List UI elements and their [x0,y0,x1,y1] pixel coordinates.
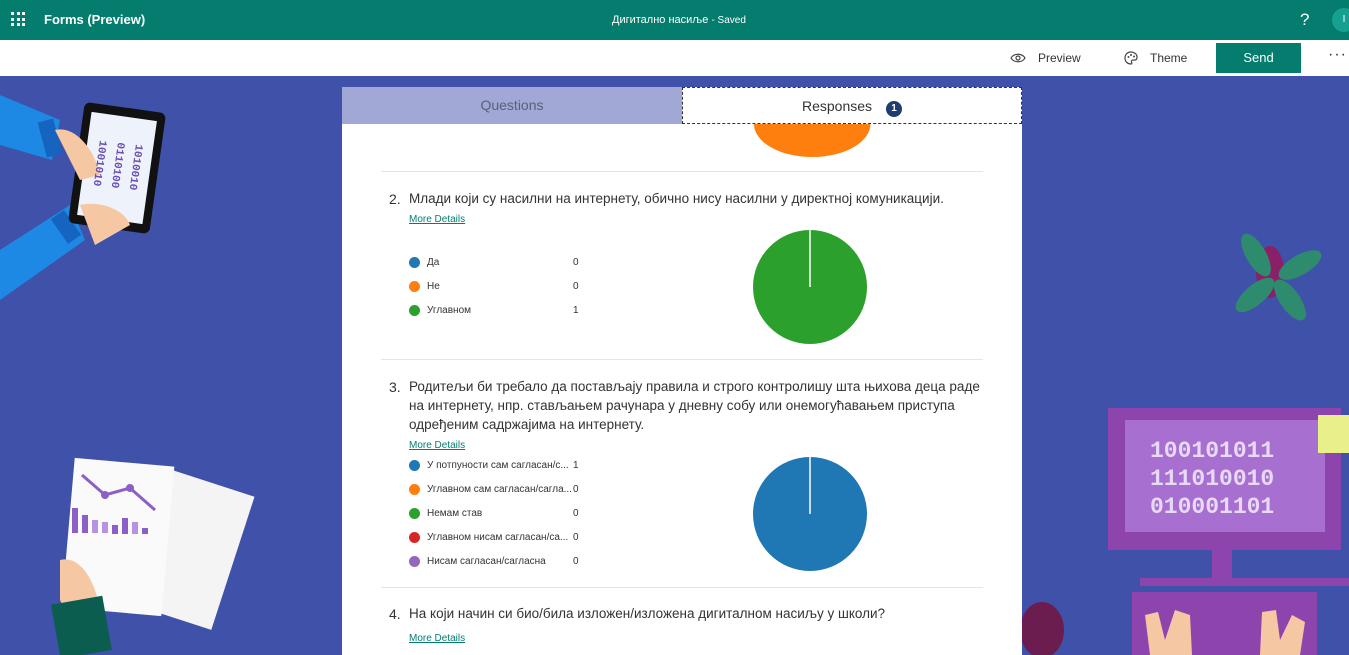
legend-item: Да 0 [409,257,589,271]
legend-swatch [409,305,420,316]
app-launcher-icon[interactable] [11,12,25,26]
question-2-more-details-link[interactable]: More Details [409,214,465,225]
preview-label: Preview [1038,51,1081,65]
legend-label: Углавном сам сагласан/сагла... [427,484,572,495]
question-3-text: Родитељи би требало да постављају правил… [409,377,999,434]
question-3-text-line: на интернету, нпр. стављањем рачунара у … [409,398,955,413]
theme-button[interactable]: Theme [1124,51,1187,65]
send-button[interactable]: Send [1216,43,1301,73]
legend-item: Немам став 0 [409,508,589,522]
legend-count: 0 [573,484,579,495]
legend-swatch [409,532,420,543]
theme-label: Theme [1150,51,1188,65]
legend-swatch [409,281,420,292]
top-bar: Forms (Preview) Дигитално насиље - Saved… [0,0,1349,40]
tab-responses-label: Responses [801,98,873,114]
legend-swatch [409,556,420,567]
responses-card: Questions Responses 1 2. Млади који су на… [342,87,1022,655]
legend-count: 0 [573,556,579,567]
legend-label: Углавном нисам сагласан/са... [427,532,569,543]
help-icon[interactable]: ? [1300,10,1309,30]
legend-label: Углавном [427,305,471,316]
save-status: - Saved [711,15,746,26]
legend-label: Немам став [427,508,483,519]
eye-icon [1010,53,1026,63]
legend-label: Да [427,257,440,268]
monitor-binary-2: 111010010 [1150,466,1274,492]
tablet-illustration [0,95,166,300]
monitor-binary-text: 100101011 111010010 010001101 [1150,438,1274,520]
legend-label: Нисам сагласан/сагласна [427,556,546,567]
preview-button[interactable]: Preview [1010,51,1081,65]
legend-item: Нисам сагласан/сагласна 0 [409,556,589,570]
question-4-more-details-link[interactable]: More Details [409,633,465,644]
legend-item: Не 0 [409,281,589,295]
app-name[interactable]: Forms (Preview) [44,12,145,27]
previous-question-pie [754,124,871,157]
divider [381,587,983,588]
question-3-text-line: одређеним садржајима на интернету. [409,417,645,432]
legend-swatch [409,460,420,471]
avatar[interactable]: I [1332,8,1349,32]
responses-count-badge: 1 [886,101,903,117]
legend-count: 1 [573,305,579,316]
divider [381,359,983,360]
monitor-binary-1: 100101011 [1150,438,1274,464]
legend-count: 0 [573,532,579,543]
question-2-text: Млади који су насилни на интернету, обич… [409,191,944,206]
tab-questions[interactable]: Questions [342,87,682,124]
question-4-number: 4. [389,606,401,622]
document-title-text: Дигитално насиље [612,14,709,26]
command-bar: Preview Theme Send ··· [0,40,1349,76]
legend-count: 0 [573,281,579,292]
legend-swatch [409,484,420,495]
question-3-pie-chart [753,457,867,571]
legend-label: Не [427,281,440,292]
legend-item: Углавном сам сагласан/сагла... 0 [409,484,589,498]
legend-swatch [409,257,420,268]
question-3-text-line: Родитељи би требало да постављају правил… [409,379,980,394]
legend-count: 0 [573,257,579,268]
question-4-text: На који начин си био/била изложен/изложе… [409,606,886,621]
flower-illustration [1235,233,1322,321]
papers-illustration [51,457,255,655]
legend-count: 0 [573,508,579,519]
legend-label: У потпуности сам сагласан/с... [427,460,569,471]
legend-count: 1 [573,460,579,471]
legend-swatch [409,508,420,519]
question-2-number: 2. [389,191,401,207]
document-title: Дигитално насиље - Saved [612,14,746,26]
legend-item: Углавном 1 [409,305,589,319]
question-2-pie-chart [753,230,867,344]
question-3-more-details-link[interactable]: More Details [409,440,465,451]
legend-item: У потпуности сам сагласан/с... 1 [409,460,589,474]
legend-item: Углавном нисам сагласан/са... 0 [409,532,589,546]
monitor-binary-3: 010001101 [1150,494,1274,520]
more-options-icon[interactable]: ··· [1328,46,1347,64]
question-3-number: 3. [389,379,401,395]
tablet-binary-text: 1001010 0110100 1010010 [90,139,144,190]
tab-responses[interactable]: Responses 1 [682,87,1022,124]
divider [381,171,983,172]
palette-icon [1124,51,1138,65]
